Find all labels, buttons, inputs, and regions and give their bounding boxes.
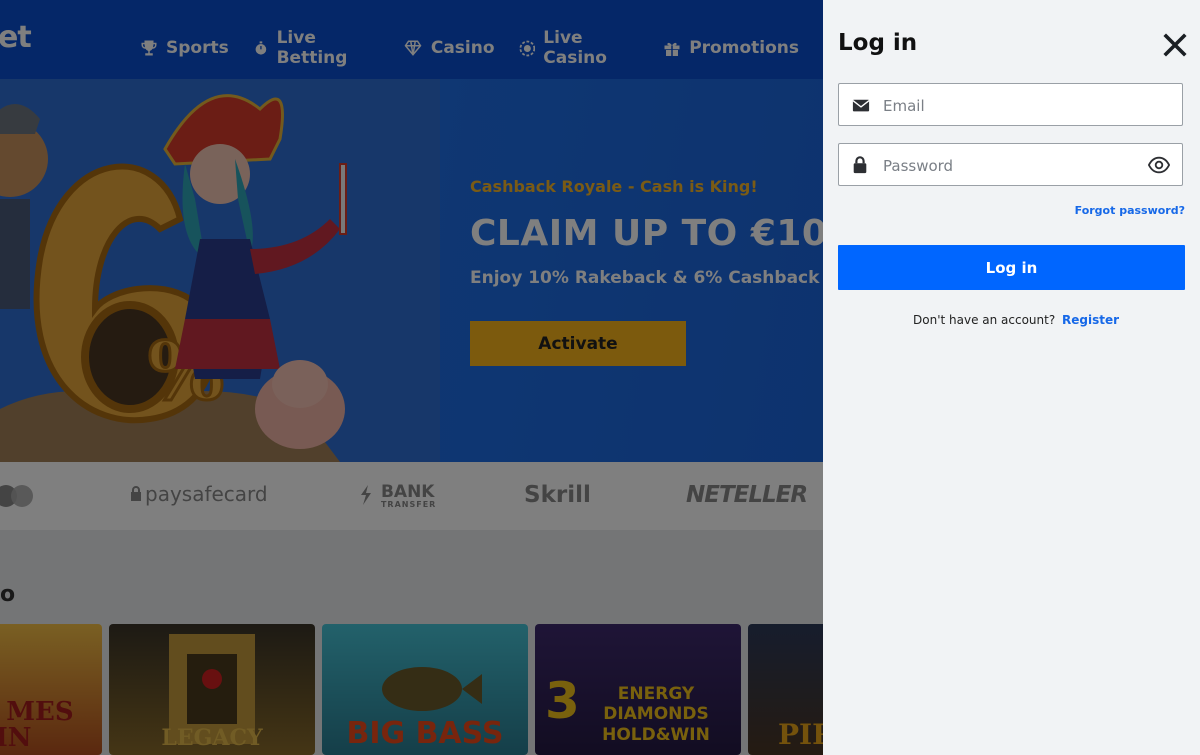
password-field (838, 143, 1183, 187)
login-panel: Log in Forgot password? Log in Don't hav… (823, 0, 1200, 755)
modal-backdrop[interactable] (0, 0, 823, 755)
background-page: et Sports Live Betting Casino Live Casin… (0, 0, 823, 755)
login-button[interactable]: Log in (838, 245, 1185, 290)
email-field (838, 83, 1183, 127)
close-icon[interactable] (1163, 33, 1187, 57)
forgot-password-link[interactable]: Forgot password? (1075, 204, 1185, 217)
login-title: Log in (838, 30, 918, 56)
password-input[interactable] (881, 144, 1145, 187)
register-link[interactable]: Register (1062, 313, 1119, 327)
lock-icon (853, 156, 867, 174)
email-input[interactable] (881, 84, 1145, 127)
no-account-text: Don't have an account? (913, 313, 1056, 327)
envelope-icon (852, 99, 870, 112)
eye-icon[interactable] (1148, 155, 1170, 175)
